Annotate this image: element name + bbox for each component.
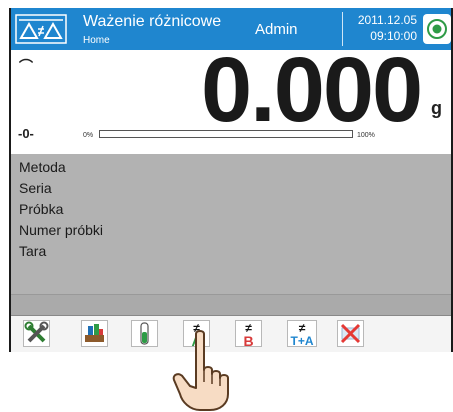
products-icon (85, 324, 104, 342)
info-row-series: Seria (19, 180, 52, 196)
test-tube-icon (140, 322, 149, 345)
status-strip (11, 294, 451, 316)
differential-weighing-icon[interactable] (15, 14, 67, 44)
weight-unit[interactable]: g (431, 98, 442, 119)
weighing-t-a-icon: T+A (290, 334, 314, 348)
test-tube-button[interactable] (131, 320, 158, 347)
settings-tools-icon (24, 321, 49, 343)
status-led-icon[interactable] (423, 14, 451, 44)
weighing-t-a-button[interactable]: ≠ T+A (287, 320, 317, 348)
info-row-method: Metoda (19, 159, 66, 175)
settings-tools-button[interactable] (23, 320, 50, 347)
stability-indicator: ⌒ (19, 58, 33, 74)
scale-display: Ważenie różnicowe Home Admin 2011.12.05 … (9, 8, 453, 352)
info-row-sample: Próbka (19, 201, 64, 217)
user-name[interactable]: Admin (255, 21, 298, 38)
info-panel[interactable]: Metoda Seria Próbka Numer próbki Tara (11, 154, 451, 294)
products-button[interactable] (81, 320, 108, 347)
breadcrumb[interactable]: Home (83, 35, 110, 46)
date-display: 2011.12.05 (357, 13, 417, 27)
pointing-hand-icon (172, 330, 229, 411)
weighing-area: ⌒ -0- 0.000 g 0% 100% (11, 39, 451, 155)
mode-title: Ważenie różnicowe (83, 13, 222, 30)
zero-indicator: -0- (18, 126, 34, 141)
not-equal-symbol: ≠ (298, 321, 306, 335)
load-progress-bar (99, 130, 353, 138)
delete-series-icon (340, 323, 361, 344)
delete-series-button[interactable] (337, 320, 364, 347)
progress-max-label: 100% (357, 132, 375, 139)
progress-min-label: 0% (83, 132, 94, 139)
info-row-sample-number: Numer próbki (19, 222, 104, 238)
weight-value: 0.000 (201, 39, 423, 141)
info-row-tare: Tara (19, 243, 47, 259)
